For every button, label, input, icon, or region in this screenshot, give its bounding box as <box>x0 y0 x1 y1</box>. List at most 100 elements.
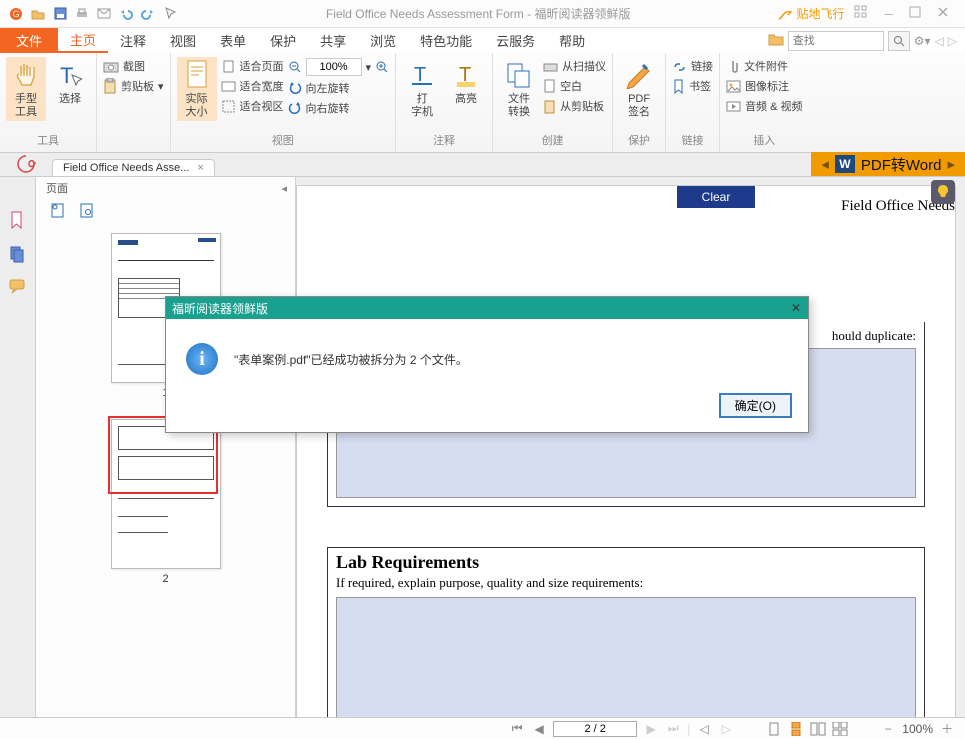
bookmark-button[interactable]: 书签 <box>672 77 713 95</box>
ok-button[interactable]: 确定(O) <box>719 393 792 418</box>
fit-visible-button[interactable]: 适合视区 <box>221 97 284 115</box>
close-tab-icon[interactable]: × <box>197 162 203 174</box>
group-annot: T 打 字机 T 高亮 注释 <box>396 53 493 152</box>
hint-bulb-icon[interactable] <box>931 180 955 204</box>
zoom-out-icon[interactable]: − <box>880 721 896 737</box>
next-page-icon[interactable]: ▶ <box>643 721 659 737</box>
thumbnails-panel: 页面◂ 1 <box>36 177 296 717</box>
facing-icon[interactable] <box>810 721 826 737</box>
next-find-icon[interactable]: ▷ <box>948 34 957 48</box>
maximize-icon[interactable] <box>909 6 921 21</box>
nav-back-icon[interactable]: ◁ <box>696 721 712 737</box>
save-icon[interactable] <box>52 6 68 22</box>
actual-size-button[interactable]: 实际 大小 <box>177 57 217 121</box>
first-page-icon[interactable]: ⏮ <box>509 721 525 737</box>
tab-cloud[interactable]: 云服务 <box>484 28 547 53</box>
thumb-grid-icon[interactable] <box>50 202 65 221</box>
svg-text:G: G <box>12 9 19 19</box>
email-icon[interactable] <box>96 6 112 22</box>
snapshot-button[interactable]: 截图 <box>103 57 164 75</box>
start-icon[interactable] <box>0 152 52 176</box>
zoom-input[interactable] <box>306 58 362 76</box>
link-button[interactable]: 链接 <box>672 57 713 75</box>
menu-bar: 文件 主页 注释 视图 表单 保护 共享 浏览 特色功能 云服务 帮助 ⚙▾ ◁… <box>0 28 965 53</box>
fit-page-button[interactable]: 适合页面 <box>221 57 284 75</box>
find-folder-icon[interactable] <box>768 32 784 49</box>
tab-browse[interactable]: 浏览 <box>358 28 408 53</box>
pdf-sign-button[interactable]: PDF 签名 <box>619 57 659 121</box>
gear-icon[interactable]: ⚙▾ <box>914 34 931 48</box>
tab-help[interactable]: 帮助 <box>547 28 597 53</box>
left-rail <box>0 177 36 717</box>
svg-text:T: T <box>414 64 426 86</box>
tab-share[interactable]: 共享 <box>308 28 358 53</box>
group-create: 文件 转换 从扫描仪 空白 从剪贴板 创建 <box>493 53 613 152</box>
thumb-zoom-icon[interactable] <box>79 202 94 221</box>
page-input[interactable] <box>553 721 637 737</box>
clipboard-button[interactable]: 剪贴板 ▾ <box>103 77 164 95</box>
document-view[interactable]: Clear Field Office Needs hould duplicate… <box>296 177 965 717</box>
chevron-left-icon: ◂ <box>821 155 829 173</box>
attach-button[interactable]: 文件附件 <box>726 57 802 75</box>
quick-access-toolbar: G <box>0 6 178 22</box>
rotate-left-button[interactable]: 向左旋转 <box>288 79 390 97</box>
redo-icon[interactable] <box>140 6 156 22</box>
minimize-icon[interactable]: ─ <box>884 7 893 21</box>
comments-icon[interactable] <box>9 279 27 297</box>
group-protect: PDF 签名 保护 <box>613 53 666 152</box>
zoom-in-icon[interactable]: ＋ <box>939 721 955 737</box>
panel-menu-icon[interactable]: ◂ <box>281 182 287 195</box>
tab-annot[interactable]: 注释 <box>108 28 158 53</box>
tab-home[interactable]: 主页 <box>58 28 108 53</box>
search-button[interactable] <box>888 31 910 51</box>
highlight-button[interactable]: T 高亮 <box>446 57 486 108</box>
bookmarks-icon[interactable] <box>9 211 27 229</box>
tab-feature[interactable]: 特色功能 <box>408 28 484 53</box>
dialog-title-bar[interactable]: 福昕阅读器领鲜版 ✕ <box>166 297 808 319</box>
close-icon[interactable] <box>937 6 949 21</box>
continuous-icon[interactable] <box>788 721 804 737</box>
clear-button[interactable]: Clear <box>677 186 755 208</box>
blank-button[interactable]: 空白 <box>543 77 606 95</box>
doc-tab[interactable]: Field Office Needs Asse... × <box>52 159 215 176</box>
file-tab[interactable]: 文件 <box>0 28 58 53</box>
zoom-value: 100% <box>902 722 933 736</box>
app-icon: G <box>8 6 24 22</box>
nav-fwd-icon[interactable]: ▷ <box>718 721 734 737</box>
window-controls: ─ <box>854 5 965 22</box>
hand-tool-button[interactable]: 手型 工具 <box>6 57 46 121</box>
tab-protect[interactable]: 保护 <box>258 28 308 53</box>
paste-fly-button[interactable]: 贴地飞行 <box>778 5 844 22</box>
convert-button[interactable]: 文件 转换 <box>499 57 539 121</box>
zoom-controls[interactable]: ▾ <box>288 57 390 77</box>
print-icon[interactable] <box>74 6 90 22</box>
cursor-icon[interactable] <box>162 6 178 22</box>
form-field-2[interactable] <box>336 597 916 717</box>
group-insert: 文件附件 图像标注 音频 & 视频 插入 <box>720 53 808 152</box>
search-input[interactable] <box>788 31 884 51</box>
rotate-right-button[interactable]: 向右旋转 <box>288 99 390 117</box>
prev-page-icon[interactable]: ◀ <box>531 721 547 737</box>
typewriter-button[interactable]: T 打 字机 <box>402 57 442 121</box>
undo-icon[interactable] <box>118 6 134 22</box>
last-page-icon[interactable]: ⏭ <box>665 721 681 737</box>
audio-video-button[interactable]: 音频 & 视频 <box>726 97 802 115</box>
thumb-2[interactable]: 2 <box>111 419 221 585</box>
image-stamp-button[interactable]: 图像标注 <box>726 77 802 95</box>
pdf-to-word-button[interactable]: ◂ W PDF转Word ▸ <box>811 152 965 176</box>
from-scanner-button[interactable]: 从扫描仪 <box>543 57 606 75</box>
dialog-close-icon[interactable]: ✕ <box>784 301 808 315</box>
open-icon[interactable] <box>30 6 46 22</box>
ribbon-toggle-icon[interactable] <box>854 5 868 22</box>
pages-icon[interactable] <box>9 245 27 263</box>
continuous-facing-icon[interactable] <box>832 721 848 737</box>
tab-form[interactable]: 表单 <box>208 28 258 53</box>
tab-view[interactable]: 视图 <box>158 28 208 53</box>
from-clipboard-button[interactable]: 从剪贴板 <box>543 97 606 115</box>
select-tool-button[interactable]: T 选择 <box>50 57 90 108</box>
single-page-icon[interactable] <box>766 721 782 737</box>
prev-find-icon[interactable]: ◁ <box>935 34 944 48</box>
doc-tabstrip: Field Office Needs Asse... × ◂ W PDF转Wor… <box>0 153 965 177</box>
panel-header: 页面◂ <box>36 177 295 199</box>
fit-width-button[interactable]: 适合宽度 <box>221 77 284 95</box>
